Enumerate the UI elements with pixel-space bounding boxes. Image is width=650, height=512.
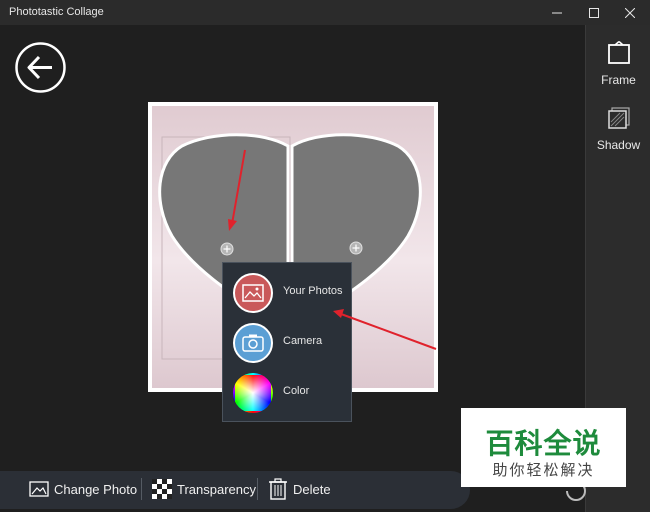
- transparency-button[interactable]: Transparency: [152, 477, 256, 501]
- window-title: Phototastic Collage: [9, 6, 104, 18]
- menu-item-label: Your Photos: [283, 285, 343, 297]
- menu-item-label: Camera: [283, 335, 323, 347]
- change-photo-label: Change Photo: [54, 481, 138, 497]
- close-button[interactable]: [612, 0, 648, 25]
- minimize-icon: [552, 12, 562, 13]
- delete-label: Delete: [293, 481, 331, 497]
- plus-icon: [349, 241, 363, 255]
- maximize-button[interactable]: [576, 0, 612, 25]
- delete-button[interactable]: Delete: [268, 477, 331, 501]
- photos-icon: [233, 273, 273, 313]
- minimize-button[interactable]: [539, 0, 575, 25]
- add-photo-menu: Your Photos Camera Color: [222, 262, 352, 422]
- back-arrow-icon: [15, 42, 66, 93]
- frame-icon: [608, 41, 630, 64]
- color-wheel-icon: [233, 373, 273, 413]
- camera-icon: [233, 323, 273, 363]
- menu-item-camera[interactable]: Camera: [223, 318, 351, 368]
- watermark-title: 百科全说: [485, 427, 602, 460]
- trash-icon: [269, 478, 287, 500]
- plus-icon: [220, 242, 234, 256]
- watermark-subtitle: 助你轻松解决: [492, 461, 595, 479]
- checkerboard-icon: [152, 479, 172, 499]
- transparency-label: Transparency: [177, 481, 256, 497]
- frame-button[interactable]: Frame: [586, 41, 650, 97]
- title-bar: Phototastic Collage: [0, 0, 650, 25]
- image-icon: [29, 481, 49, 497]
- shadow-button[interactable]: Shadow: [586, 106, 650, 162]
- watermark: 百科全说 助你轻松解决: [461, 408, 626, 487]
- maximize-icon: [589, 7, 599, 18]
- toolbar-divider: [257, 478, 258, 500]
- toolbar-divider: [141, 478, 142, 500]
- menu-item-label: Color: [283, 385, 310, 397]
- back-button[interactable]: [14, 41, 67, 94]
- shadow-icon: [608, 107, 630, 129]
- add-photo-right-button[interactable]: [349, 241, 363, 255]
- add-photo-left-button[interactable]: [220, 242, 234, 256]
- shadow-label: Shadow: [596, 138, 641, 152]
- menu-item-your-photos[interactable]: Your Photos: [223, 268, 351, 318]
- frame-label: Frame: [601, 73, 636, 87]
- change-photo-button[interactable]: Change Photo: [29, 477, 137, 501]
- menu-item-color[interactable]: Color: [223, 368, 351, 418]
- close-icon: [625, 7, 635, 18]
